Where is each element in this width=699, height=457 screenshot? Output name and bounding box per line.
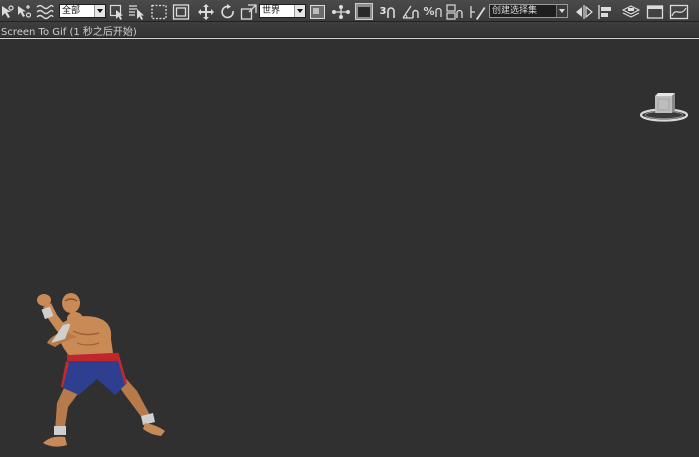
fighter-character-model (37, 293, 165, 447)
selection-filter-value: 全部 (62, 6, 81, 16)
pivot-center-icon[interactable] (309, 3, 327, 20)
chevron-down-icon (294, 5, 305, 17)
bind-space-warp-icon[interactable] (36, 3, 54, 20)
percent-snap-toggle[interactable]: % (423, 3, 443, 20)
chevron-down-icon (94, 5, 105, 17)
window-title: Screen To Gif (1 秒之后开始) (1, 27, 137, 38)
chevron-down-icon (556, 5, 567, 17)
snaps-toggle[interactable]: 3 (378, 3, 398, 20)
reference-coordinate-dropdown[interactable]: 世界 (259, 4, 306, 18)
angle-snap-icon[interactable] (401, 3, 421, 20)
snaps-toggle-label: 3 (379, 6, 387, 17)
recorder-title-bar: Screen To Gif (1 秒之后开始) (0, 22, 699, 38)
select-by-name-icon[interactable] (128, 3, 146, 20)
rotate-icon[interactable] (219, 3, 237, 20)
rectangular-selection-icon[interactable] (150, 3, 168, 20)
mirror-icon[interactable] (575, 3, 593, 20)
named-selection-set-value: 创建选择集 (492, 6, 538, 16)
main-toolbar: 全部 世界 3 % 创建选择集 (0, 0, 699, 22)
select-object-icon[interactable] (109, 3, 125, 20)
layer-explorer-icon[interactable] (622, 3, 640, 20)
perspective-viewport[interactable] (0, 39, 699, 457)
align-icon[interactable] (597, 3, 615, 20)
move-icon[interactable] (197, 3, 215, 20)
curve-editor-icon[interactable] (669, 3, 691, 20)
spinner-snap-icon[interactable] (445, 3, 465, 20)
keyboard-override-toggle[interactable] (355, 3, 373, 20)
named-selection-set-dropdown[interactable]: 创建选择集 (489, 4, 568, 18)
unlink-icon[interactable] (16, 3, 32, 20)
edit-named-selection-icon[interactable] (469, 3, 487, 20)
viewcube-icon[interactable] (638, 90, 690, 124)
selection-filter-dropdown[interactable]: 全部 (59, 4, 106, 18)
select-link-icon[interactable] (0, 3, 14, 20)
app-window: 全部 世界 3 % 创建选择集 Screen To Gif (1 秒之后开始) (0, 0, 699, 457)
manipulate-icon[interactable] (331, 3, 351, 20)
scale-icon[interactable] (240, 3, 258, 20)
reference-coordinate-value: 世界 (262, 6, 281, 16)
percent-snap-label: % (423, 5, 435, 18)
window-crossing-icon[interactable] (172, 3, 190, 20)
ribbon-toggle-icon[interactable] (646, 3, 664, 20)
